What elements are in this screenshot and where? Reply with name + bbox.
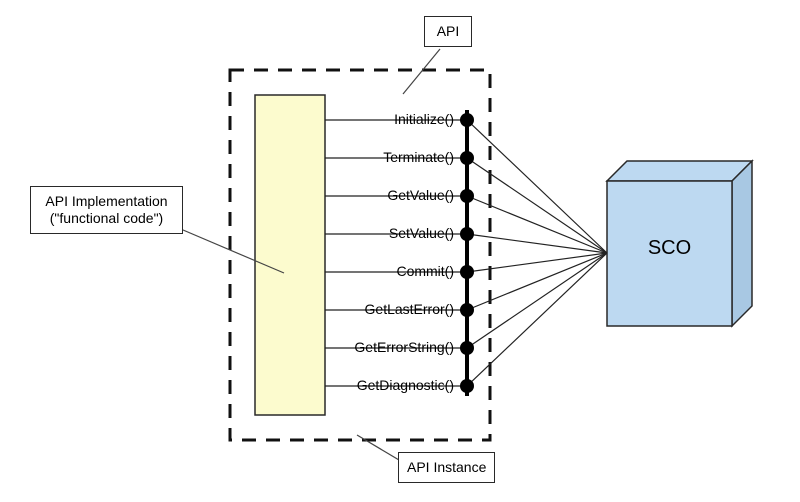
sco-label-text: SCO — [648, 237, 691, 259]
api-instance-label-box: API Instance — [398, 452, 495, 483]
api-impl-line1: API Implementation — [39, 193, 174, 210]
method-geterrorstring: GetErrorString() — [330, 339, 454, 355]
impl-rect — [255, 95, 325, 415]
api-instance-text: API Instance — [407, 459, 486, 475]
method-geterrorstring-text: GetErrorString() — [354, 339, 454, 355]
method-getdiagnostic: GetDiagnostic() — [330, 377, 454, 393]
method-commit: Commit() — [330, 263, 454, 279]
method-initialize-text: Initialize() — [394, 111, 454, 127]
method-getvalue-text: GetValue() — [387, 187, 454, 203]
method-setvalue-text: SetValue() — [389, 225, 454, 241]
api-impl-line2: ("functional code") — [39, 210, 174, 227]
method-setvalue: SetValue() — [330, 225, 454, 241]
api-label-text: API — [437, 23, 460, 39]
method-terminate: Terminate() — [330, 149, 454, 165]
api-label-box: API — [424, 16, 472, 47]
method-getlasterror-text: GetLastError() — [365, 301, 454, 317]
method-getlasterror: GetLastError() — [330, 301, 454, 317]
sco-label: SCO — [607, 237, 732, 260]
method-initialize: Initialize() — [330, 111, 454, 127]
method-getdiagnostic-text: GetDiagnostic() — [357, 377, 454, 393]
method-commit-text: Commit() — [396, 263, 454, 279]
port-to-sco-lines — [467, 120, 607, 386]
method-getvalue: GetValue() — [330, 187, 454, 203]
api-impl-label-box: API Implementation ("functional code") — [30, 186, 183, 234]
method-terminate-text: Terminate() — [383, 149, 454, 165]
